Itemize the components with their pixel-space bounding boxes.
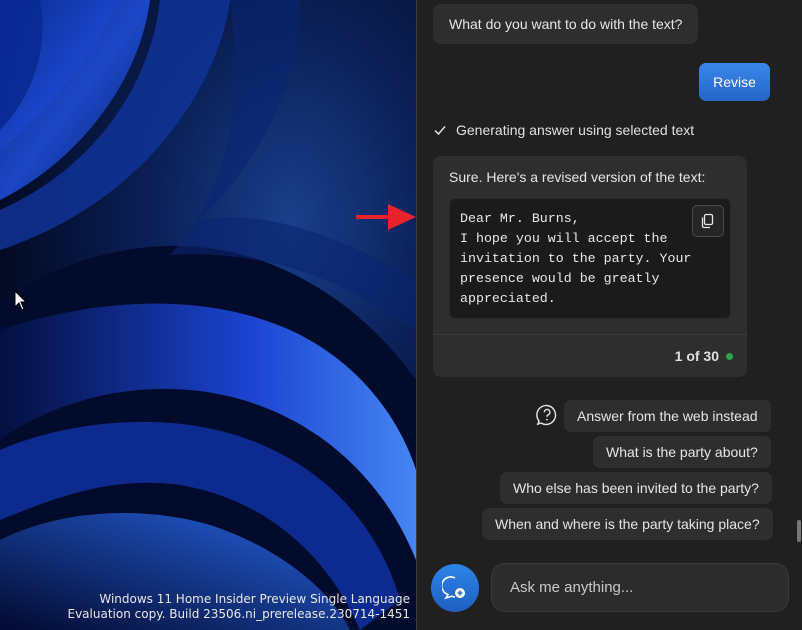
revised-text-box: Dear Mr. Burns, I hope you will accept t… (449, 198, 731, 319)
watermark-line-2: Evaluation copy. Build 23506.ni_prerelea… (67, 607, 411, 621)
generation-status: Generating answer using selected text (433, 122, 694, 138)
ask-input-container[interactable] (491, 563, 789, 612)
suggestion-answer-from-web[interactable]: Answer from the web instead (564, 400, 771, 432)
suggestion-who-invited[interactable]: Who else has been invited to the party? (500, 472, 772, 504)
answer-divider (433, 334, 747, 335)
suggestion-party-about[interactable]: What is the party about? (593, 436, 771, 468)
copilot-panel: What do you want to do with the text? Re… (416, 0, 802, 630)
checkmark-icon (434, 126, 446, 136)
desktop-wallpaper: Windows 11 Home Insider Preview Single L… (0, 0, 416, 630)
help-bubble-icon (536, 404, 557, 426)
mouse-pointer-icon (14, 290, 28, 311)
suggestion-when-where[interactable]: When and where is the party taking place… (482, 508, 773, 540)
new-topic-button[interactable] (431, 564, 479, 612)
new-chat-icon (442, 576, 465, 600)
response-counter: 1 of 30 (674, 348, 719, 364)
copilot-question-bubble: What do you want to do with the text? (433, 4, 699, 44)
ask-input[interactable] (510, 579, 770, 596)
answer-card: Sure. Here's a revised version of the te… (433, 156, 747, 377)
copy-button[interactable] (692, 205, 724, 237)
answer-intro: Sure. Here's a revised version of the te… (449, 169, 706, 185)
bloom-wallpaper-graphic (0, 0, 416, 630)
status-text: Generating answer using selected text (456, 122, 695, 138)
copy-icon (701, 213, 714, 229)
status-dot (726, 353, 733, 360)
revised-text[interactable]: Dear Mr. Burns, I hope you will accept t… (460, 209, 691, 309)
scrollbar[interactable] (797, 520, 801, 542)
user-choice-revise-bubble: Revise (699, 63, 770, 101)
windows-watermark: Windows 11 Home Insider Preview Single L… (68, 592, 411, 622)
red-annotation-arrow (356, 204, 416, 230)
watermark-line-1: Windows 11 Home Insider Preview Single L… (99, 592, 410, 606)
